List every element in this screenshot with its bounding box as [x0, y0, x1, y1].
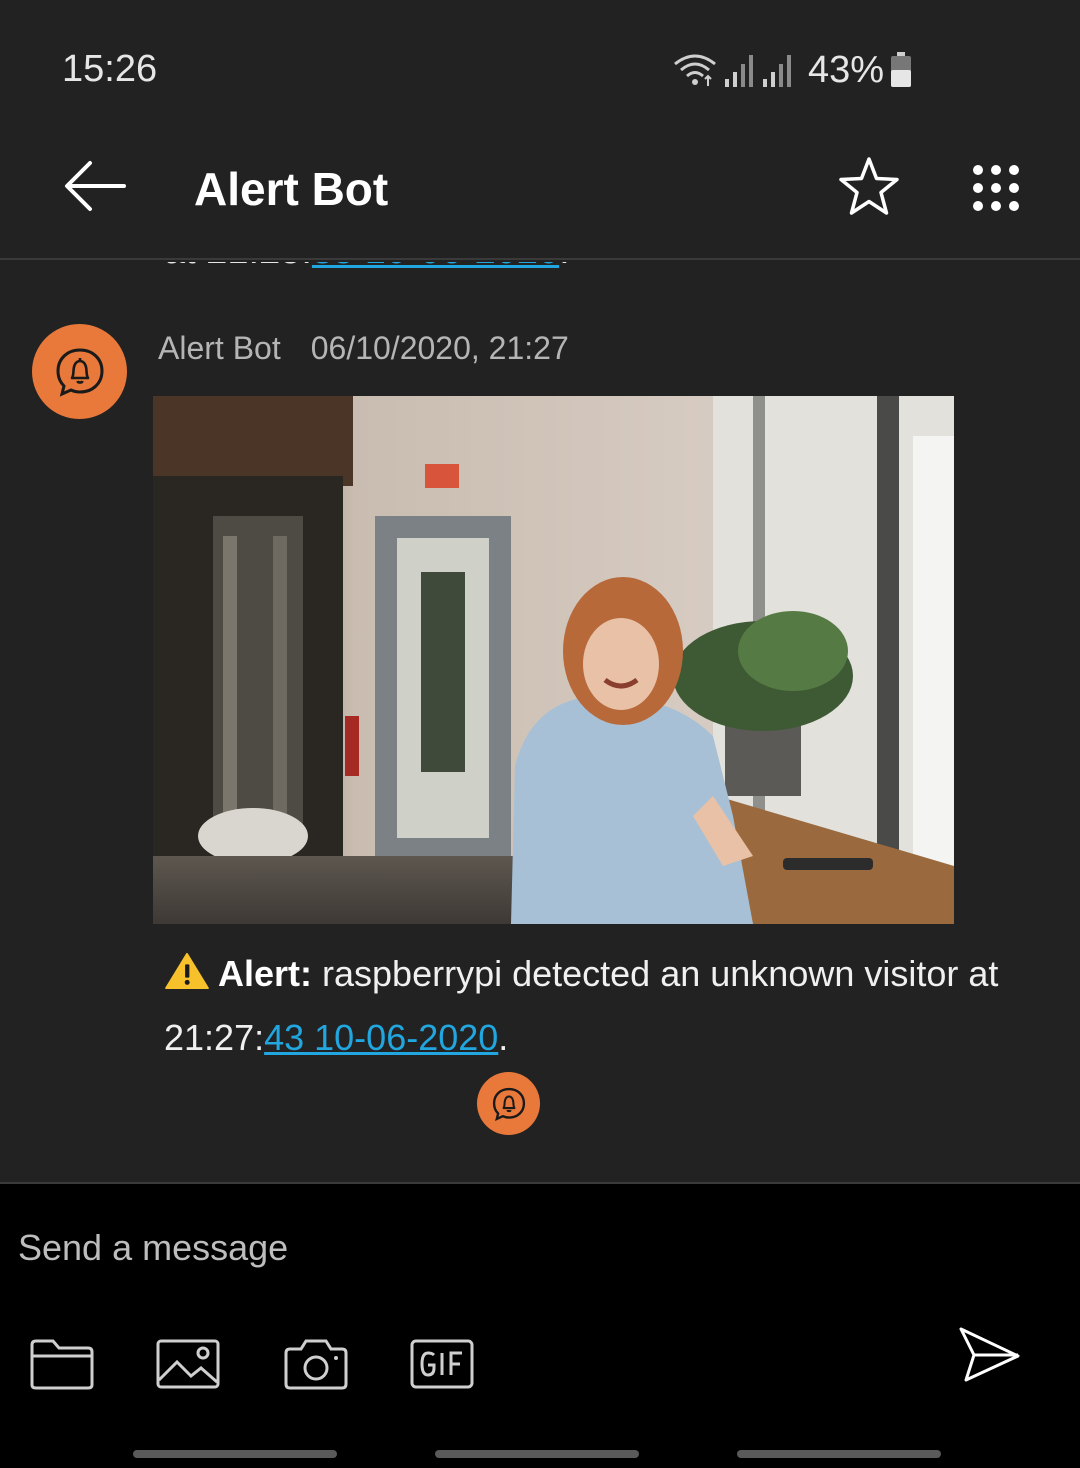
battery-icon — [891, 52, 912, 87]
message-input[interactable] — [18, 1220, 918, 1276]
warning-icon — [165, 952, 209, 990]
bell-chat-icon — [492, 1087, 525, 1121]
message-sender: Alert Bot — [158, 330, 281, 366]
message-image[interactable] — [153, 396, 954, 924]
camera-icon — [284, 1339, 348, 1390]
gif-button[interactable] — [406, 1332, 478, 1396]
page-title: Alert Bot — [194, 163, 389, 215]
message-composer — [0, 1182, 1080, 1468]
alert-timestamp-link[interactable]: 43 10-06-2020 — [264, 1017, 498, 1058]
nav-back-bar[interactable] — [737, 1450, 941, 1458]
arrow-left-icon — [65, 161, 126, 211]
message-text: Alert: raspberrypi detected an unknown v… — [164, 952, 999, 1058]
favorite-button[interactable] — [836, 154, 902, 220]
app-bar: Alert Bot — [0, 130, 1080, 260]
message-timestamp: 06/10/2020, 21:27 — [310, 330, 569, 366]
alert-label: Alert: — [218, 953, 313, 994]
avatar[interactable] — [32, 324, 127, 419]
attach-file-button[interactable] — [26, 1332, 98, 1396]
gif-icon — [410, 1339, 474, 1389]
nav-home-bar[interactable] — [435, 1450, 639, 1458]
nav-recents-bar[interactable] — [133, 1450, 337, 1458]
status-time: 15:26 — [62, 48, 158, 90]
attach-image-button[interactable] — [152, 1332, 224, 1396]
status-icons: 43% — [672, 48, 912, 92]
camera-button[interactable] — [280, 1332, 352, 1396]
message-meta: Alert Bot 06/10/2020, 21:27 — [158, 330, 569, 367]
signal-icon — [725, 55, 753, 87]
folder-icon — [30, 1339, 94, 1390]
grid-dots-icon — [973, 165, 1019, 211]
status-bar: 15:26 43% — [0, 0, 1080, 130]
back-button[interactable] — [60, 156, 130, 216]
menu-button[interactable] — [966, 158, 1026, 218]
signal-icon — [763, 55, 791, 87]
chat-area[interactable]: at 21:25:35 10-06-2020. Alert Bot 06/10/2… — [0, 262, 1080, 1182]
star-icon — [839, 157, 899, 215]
wifi-icon — [674, 54, 716, 86]
battery-percentage: 43% — [808, 48, 885, 91]
previous-message-link[interactable]: 35 10-06-2020 — [312, 262, 559, 272]
previous-message-text: at 21:25:35 10-06-2020. — [164, 262, 570, 273]
image-icon — [156, 1339, 220, 1389]
bell-chat-icon — [55, 347, 104, 397]
read-receipt-avatar — [477, 1072, 540, 1135]
visitor-photo — [153, 396, 954, 924]
send-button[interactable] — [956, 1324, 1028, 1388]
send-icon — [959, 1327, 1020, 1382]
